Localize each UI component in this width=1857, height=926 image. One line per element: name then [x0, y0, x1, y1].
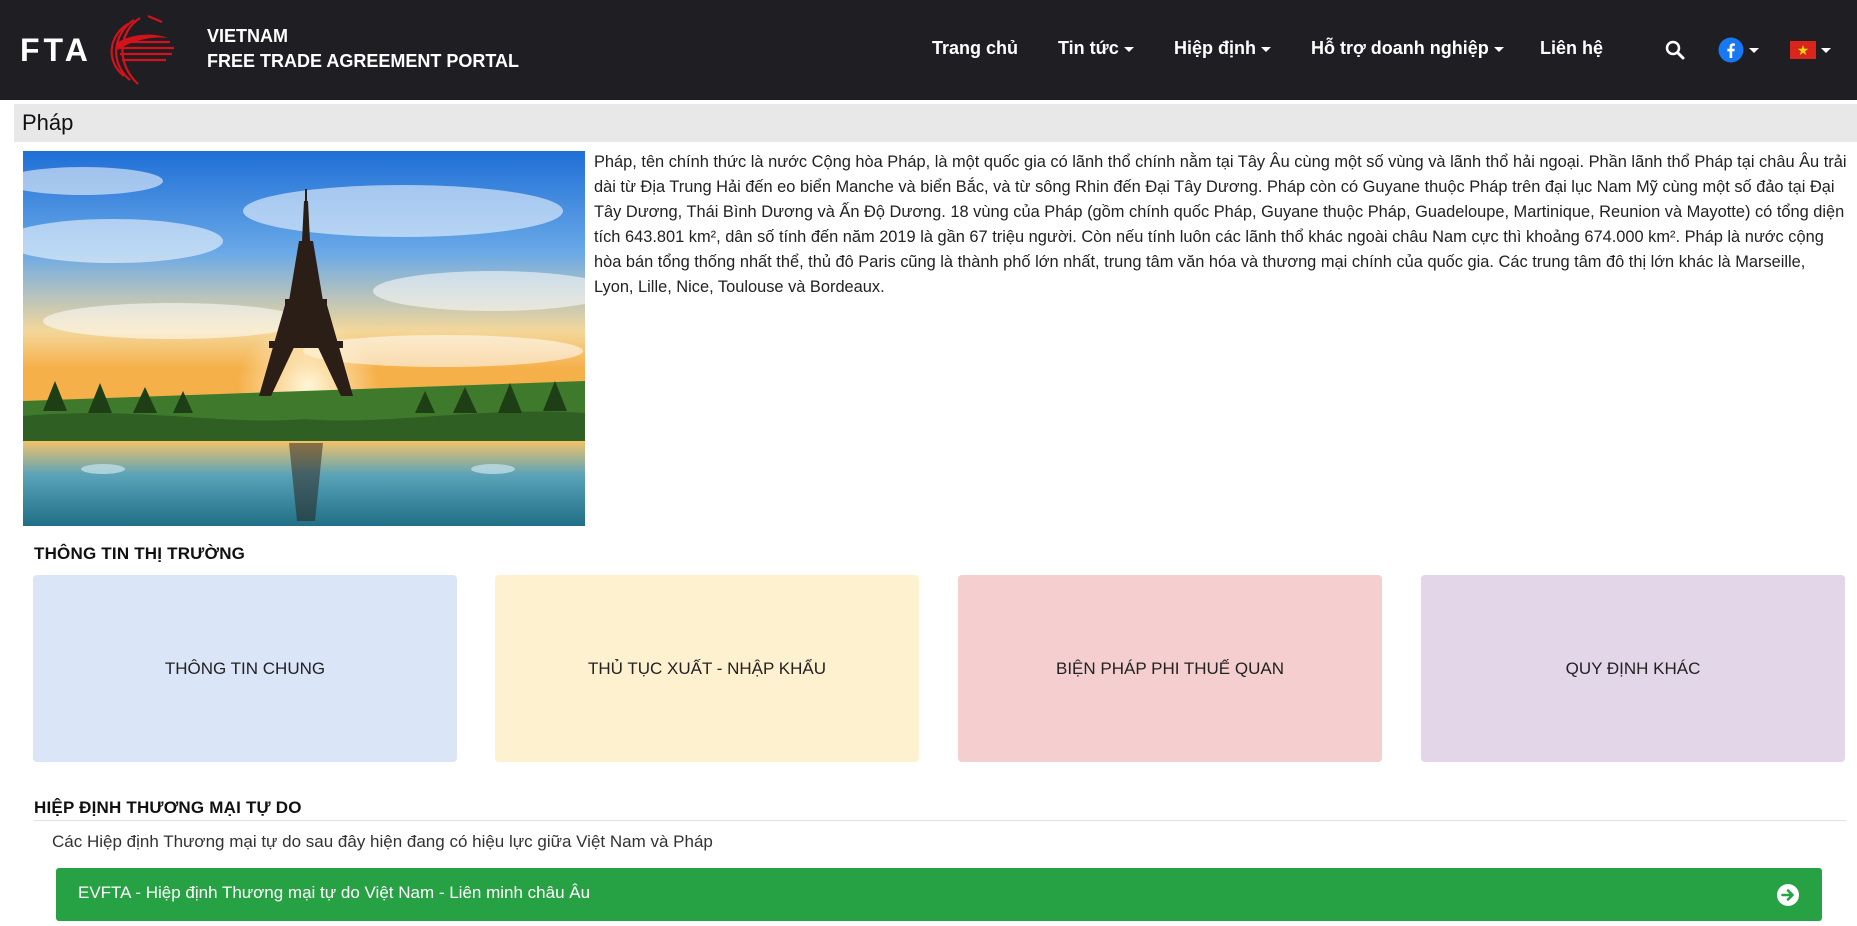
- fta-divider: [34, 820, 1846, 821]
- portal-title: VIETNAM FREE TRADE AGREEMENT PORTAL: [207, 24, 519, 74]
- page-title: Pháp: [22, 110, 74, 135]
- nav-business-support[interactable]: Hỗ trợ doanh nghiệp: [1311, 38, 1504, 59]
- logo-swoosh-icon: [110, 14, 174, 85]
- nav-agreements-label: Hiệp định: [1174, 38, 1256, 58]
- card-general-info[interactable]: THÔNG TIN CHUNG: [33, 575, 457, 762]
- chevron-down-icon: [1821, 47, 1831, 53]
- fta-item-evfta[interactable]: EVFTA - Hiệp định Thương mại tự do Việt …: [56, 868, 1822, 921]
- card-other-regulations-label: QUY ĐỊNH KHÁC: [1565, 658, 1701, 678]
- chevron-down-icon: [1261, 46, 1271, 52]
- card-non-tariff-measures-label: BIỆN PHÁP PHI THUẾ QUAN: [1056, 658, 1284, 678]
- arrow-right-circle-icon: [1777, 884, 1799, 906]
- country-intro-text: Pháp, tên chính thức là nước Cộng hòa Ph…: [594, 153, 1847, 296]
- nav-home-label: Trang chủ: [932, 38, 1019, 58]
- card-import-export-procedures[interactable]: THỦ TỤC XUẤT - NHẬP KHẨU: [495, 575, 919, 762]
- card-other-regulations[interactable]: QUY ĐỊNH KHÁC: [1421, 575, 1845, 762]
- card-non-tariff-measures[interactable]: BIỆN PHÁP PHI THUẾ QUAN: [958, 575, 1382, 762]
- portal-line-2: FREE TRADE AGREEMENT PORTAL: [207, 51, 520, 71]
- nav-contact-label: Liên hệ: [1540, 38, 1604, 58]
- chevron-down-icon: [1493, 46, 1504, 52]
- site-header: FTA VIETNAM FREE TRADE AGREEMENT PORTAL …: [0, 0, 1857, 100]
- nav-agreements[interactable]: Hiệp định: [1174, 38, 1271, 59]
- chevron-down-icon: [1749, 47, 1759, 53]
- chevron-down-icon: [1123, 46, 1134, 52]
- facebook-icon: [1718, 37, 1744, 63]
- fta-item-evfta-label: EVFTA - Hiệp định Thương mại tự do Việt …: [78, 883, 591, 902]
- fta-heading: HIỆP ĐỊNH THƯƠNG MẠI TỰ DO: [34, 798, 302, 817]
- nav-news[interactable]: Tin tức: [1058, 38, 1134, 59]
- nav-home[interactable]: Trang chủ: [932, 38, 1018, 59]
- nav-business-support-label: Hỗ trợ doanh nghiệp: [1311, 38, 1489, 58]
- language-menu-button[interactable]: [1790, 36, 1831, 64]
- facebook-menu-button[interactable]: [1718, 36, 1759, 64]
- vietnam-flag-icon: [1790, 41, 1816, 59]
- market-info-heading: THÔNG TIN THỊ TRƯỜNG: [34, 544, 246, 563]
- card-import-export-procedures-label: THỦ TỤC XUẤT - NHẬP KHẨU: [587, 658, 827, 678]
- page-title-bar: Pháp: [14, 104, 1857, 142]
- search-icon: [1665, 40, 1685, 60]
- card-general-info-label: THÔNG TIN CHUNG: [164, 658, 326, 678]
- fta-logo[interactable]: FTA: [20, 14, 174, 88]
- nav-contact[interactable]: Liên hệ: [1540, 38, 1603, 59]
- fta-note: Các Hiệp định Thương mại tự do sau đây h…: [52, 832, 713, 851]
- portal-line-1: VIETNAM: [207, 26, 288, 46]
- eiffel-tower-illustration: [23, 151, 585, 526]
- search-button[interactable]: [1664, 36, 1686, 64]
- eiffel-tower-image: [23, 151, 585, 526]
- nav-news-label: Tin tức: [1058, 38, 1119, 58]
- logo-text: FTA: [20, 32, 92, 68]
